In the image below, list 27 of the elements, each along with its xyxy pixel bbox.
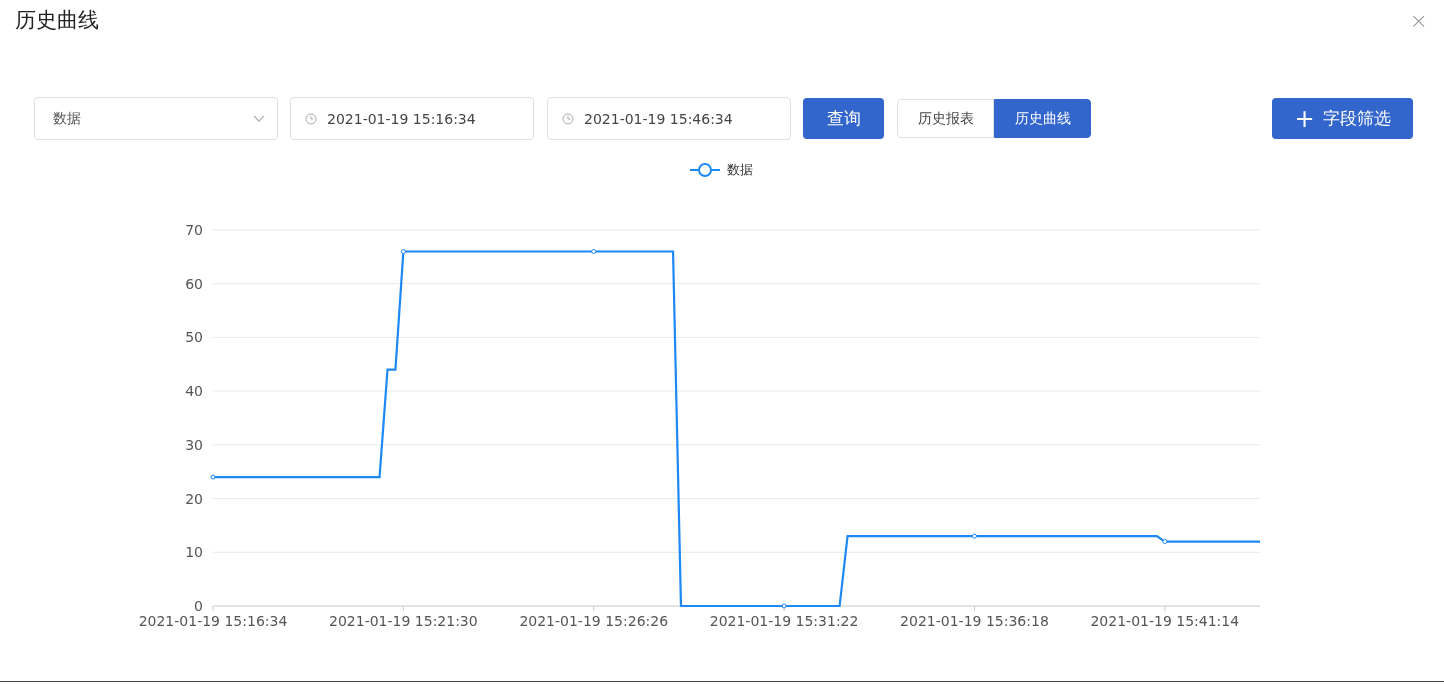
x-axis-label: 2021-01-19 15:41:14 (1090, 613, 1240, 629)
y-axis-label: 30 (185, 436, 203, 453)
date-field[interactable]: 2021-01-19 15:46:34 (547, 97, 791, 140)
field-filter-button[interactable]: + 字段筛选 (1272, 98, 1413, 139)
y-axis-label: 50 (185, 329, 203, 346)
select-field[interactable]: 数据 (34, 97, 278, 140)
x-axis-label: 2021-01-19 15:26:26 (519, 613, 669, 629)
y-axis-label: 20 (185, 490, 203, 507)
x-axis-label: 2021-01-19 15:21:30 (329, 613, 478, 629)
x-axis-label: 2021-01-19 15:16:34 (138, 613, 288, 629)
clock-icon (305, 112, 317, 125)
y-axis-label: 40 (185, 383, 203, 400)
query-button[interactable]: 查询 (803, 98, 884, 139)
caret-icon (253, 114, 265, 123)
legend-label: 数据 (727, 162, 753, 177)
date-field[interactable]: 2021-01-19 15:16:34 (290, 97, 534, 140)
x-axis-label: 2021-01-19 15:31:22 (709, 613, 859, 629)
y-axis-label: 70 (185, 222, 203, 238)
view-tab[interactable]: 历史曲线 (994, 99, 1091, 138)
y-axis-label: 10 (185, 544, 203, 561)
legend-item[interactable]: 数据 (689, 162, 753, 177)
x-axis-label: 2021-01-19 15:36:18 (900, 613, 1049, 629)
view-tab[interactable]: 历史报表 (897, 99, 994, 138)
window-title: 历史曲线 (15, 7, 99, 34)
clock-icon (562, 112, 574, 125)
y-axis-label: 60 (185, 275, 203, 292)
y-axis-label: 0 (194, 598, 203, 614)
